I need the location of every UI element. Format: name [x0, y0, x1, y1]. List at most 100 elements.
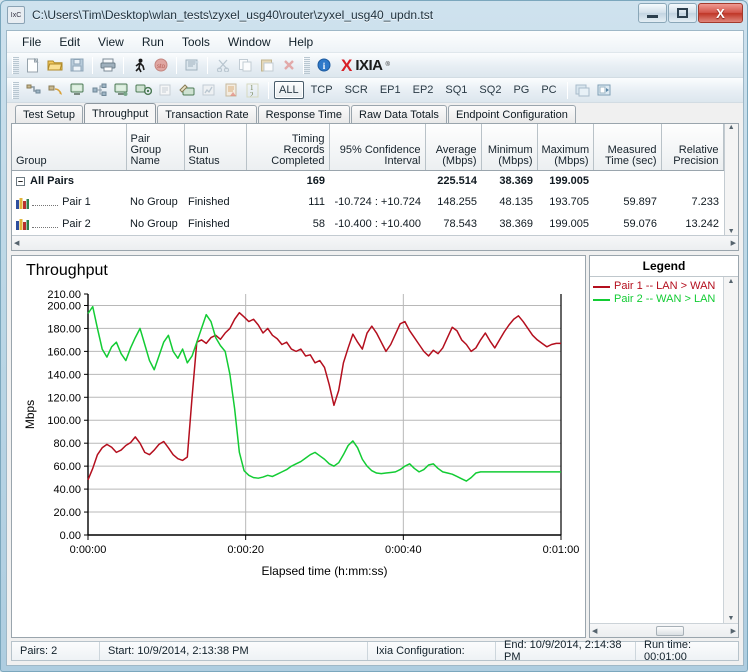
endpoint1-icon[interactable] [66, 80, 88, 101]
throughput-chart[interactable]: 0.00 20.00 40.00 60.00 80.00 100.00 120.00 140.… [12, 280, 586, 620]
cell-minimum: 38.369 [499, 175, 533, 188]
edit-pair-icon[interactable] [44, 80, 66, 101]
filter-pg-button[interactable]: PG [508, 81, 534, 99]
export-icon[interactable] [572, 80, 594, 101]
script-icon[interactable] [181, 55, 203, 76]
menu-help[interactable]: Help [280, 32, 323, 52]
import-icon[interactable] [594, 80, 616, 101]
toolbar-grip[interactable] [12, 81, 19, 99]
save-icon[interactable] [66, 55, 88, 76]
table-row[interactable]: – All Pairs 169 225.514 38.369 199.005 [12, 170, 723, 192]
toolbar-separator [268, 81, 269, 99]
cut-icon[interactable] [212, 55, 234, 76]
column-header-measured-time[interactable]: Measured Time (sec) [593, 124, 662, 171]
paste-icon[interactable] [256, 55, 278, 76]
tab-endpoint-configuration[interactable]: Endpoint Configuration [447, 105, 576, 123]
filter-ep1-button[interactable]: EP1 [375, 81, 406, 99]
column-header-minimum[interactable]: Minimum (Mbps) [481, 124, 538, 171]
stop-test-icon[interactable]: sto [150, 55, 172, 76]
open-folder-icon[interactable] [44, 55, 66, 76]
scroll-down-icon[interactable]: ▼ [728, 228, 735, 235]
menu-window[interactable]: Window [219, 32, 280, 52]
scroll-up-icon[interactable]: ▲ [728, 124, 735, 131]
table-vertical-scrollbar[interactable]: ▲ ▼ [723, 124, 738, 235]
new-file-icon[interactable] [22, 55, 44, 76]
maximize-button[interactable] [668, 3, 697, 23]
collapse-icon[interactable]: – [16, 176, 25, 186]
status-configuration: Ixia Configuration: [368, 642, 496, 660]
pair-chart-icon [16, 218, 29, 231]
endpoint2-icon[interactable] [110, 80, 132, 101]
chart-icon[interactable] [198, 80, 220, 101]
scroll-up-icon[interactable]: ▲ [728, 278, 735, 285]
filter-sq1-button[interactable]: SQ1 [440, 81, 472, 99]
tab-raw-data-totals[interactable]: Raw Data Totals [351, 105, 447, 123]
filter-pc-button[interactable]: PC [536, 81, 561, 99]
legend-item-pair-1[interactable]: Pair 1 -- LAN > WAN [593, 280, 723, 293]
delete-icon[interactable] [278, 55, 300, 76]
run-test-icon[interactable] [128, 55, 150, 76]
chart-title: Throughput [26, 262, 108, 279]
scroll-left-icon[interactable]: ◀ [592, 627, 597, 635]
copy-icon[interactable] [234, 55, 256, 76]
menu-view[interactable]: View [89, 32, 133, 52]
column-header-average[interactable]: Average (Mbps) [425, 124, 482, 171]
cell-timing-records: 169 [306, 175, 325, 188]
menu-run[interactable]: Run [133, 32, 173, 52]
report-icon[interactable] [220, 80, 242, 101]
print-icon[interactable] [97, 55, 119, 76]
table-horizontal-scrollbar[interactable]: ◀ ▶ [12, 235, 738, 250]
info-icon[interactable]: i [313, 55, 335, 76]
cell-group[interactable]: – All Pairs [12, 170, 126, 192]
scroll-down-icon[interactable]: ▼ [728, 615, 735, 622]
toolbar-grip[interactable] [303, 56, 310, 74]
tab-transaction-rate[interactable]: Transaction Rate [157, 105, 257, 123]
scroll-right-icon[interactable]: ▶ [731, 239, 736, 247]
legend-vertical-scrollbar[interactable]: ▲ ▼ [723, 277, 738, 623]
filter-scr-button[interactable]: SCR [340, 81, 373, 99]
column-header-relative-precision[interactable]: Relative Precision [661, 124, 724, 171]
table-row[interactable]: Pair 1 No Group Finished 111 -10.724 : +… [12, 192, 723, 214]
cell-group[interactable]: Pair 1 [12, 192, 126, 214]
minimize-button[interactable] [638, 3, 667, 23]
svg-text:20.00: 20.00 [53, 507, 81, 519]
filter-ep2-button[interactable]: EP2 [408, 81, 439, 99]
scroll-right-icon[interactable]: ▶ [731, 627, 736, 635]
svg-text:0.00: 0.00 [60, 530, 81, 542]
table-row[interactable]: Pair 2 No Group Finished 58 -10.400 : +1… [12, 213, 723, 235]
numbered-list-icon[interactable]: 12 [242, 80, 264, 101]
svg-text:160.00: 160.00 [47, 346, 81, 358]
cell-relative-precision [661, 170, 723, 192]
column-header-confidence-interval[interactable]: 95% Confidence Interval [329, 124, 426, 171]
menu-tools[interactable]: Tools [173, 32, 219, 52]
legend-item-pair-2[interactable]: Pair 2 -- WAN > LAN [593, 293, 723, 306]
tab-throughput[interactable]: Throughput [83, 103, 157, 123]
menu-file[interactable]: File [13, 32, 50, 52]
column-header-group[interactable]: Group [12, 124, 127, 171]
scroll-left-icon[interactable]: ◀ [14, 239, 19, 247]
legend-horizontal-scrollbar[interactable]: ◀ ▶ [590, 623, 738, 637]
network-icon[interactable] [88, 80, 110, 101]
column-header-maximum[interactable]: Maximum (Mbps) [537, 124, 594, 171]
notes-icon[interactable] [154, 80, 176, 101]
column-header-pair-group-name[interactable]: Pair Group Name [126, 124, 185, 171]
cell-timing-records: 58 [312, 218, 325, 231]
column-header-run-status[interactable]: Run Status [184, 124, 247, 171]
toolbar-separator [123, 56, 124, 74]
edit-script-icon[interactable] [176, 80, 198, 101]
close-button[interactable]: X [698, 3, 743, 23]
filter-all-button[interactable]: ALL [274, 81, 304, 99]
add-pair-icon[interactable] [22, 80, 44, 101]
column-header-timing-records[interactable]: Timing Records Completed [246, 124, 330, 171]
tab-test-setup[interactable]: Test Setup [15, 105, 83, 123]
toolbar-grip[interactable] [12, 56, 19, 74]
status-end-time: End: 10/9/2014, 2:14:38 PM [496, 639, 636, 663]
filter-sq2-button[interactable]: SQ2 [474, 81, 506, 99]
filter-tcp-button[interactable]: TCP [306, 81, 338, 99]
cell-average: 78.543 [443, 218, 477, 231]
cell-group[interactable]: Pair 2 [12, 213, 126, 235]
pair-group-icon[interactable] [132, 80, 154, 101]
menu-edit[interactable]: Edit [50, 32, 89, 52]
tab-response-time[interactable]: Response Time [257, 105, 351, 123]
legend-scroll-thumb[interactable] [656, 625, 684, 636]
